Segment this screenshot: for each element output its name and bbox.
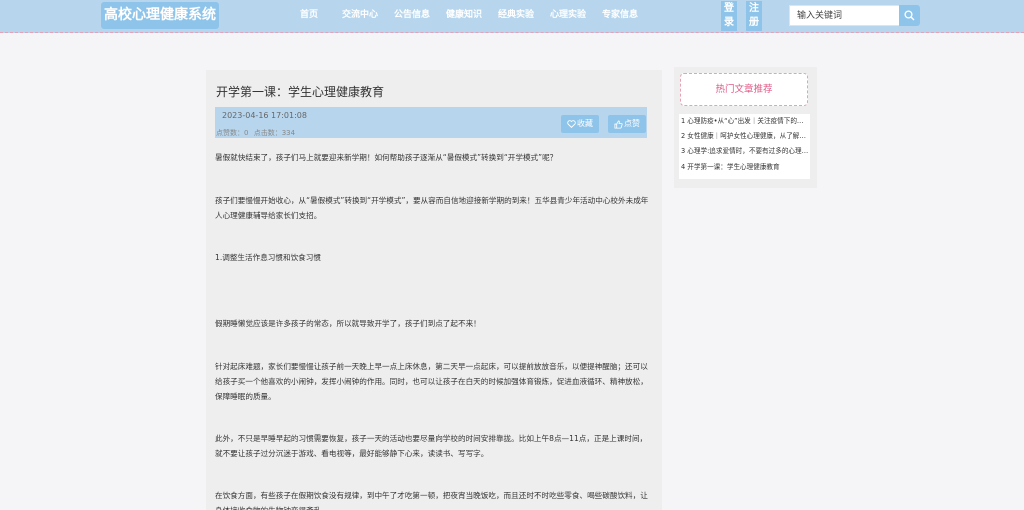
site-logo[interactable]: 高校心理健康系统 bbox=[101, 2, 219, 29]
search-button[interactable] bbox=[899, 5, 920, 26]
register-button[interactable]: 注 册 bbox=[746, 1, 762, 31]
search-icon bbox=[904, 10, 915, 21]
search-input[interactable] bbox=[789, 5, 899, 26]
hot-article-link[interactable]: 2 女性健康｜呵护女性心理健康，从了解开始 bbox=[681, 130, 809, 143]
favorite-label: 收藏 bbox=[577, 119, 593, 128]
login-button[interactable]: 登 录 bbox=[721, 1, 737, 31]
nav-announcements[interactable]: 公告信息 bbox=[394, 0, 430, 33]
article-title: 开学第一课：学生心理健康教育 bbox=[216, 85, 385, 99]
paragraph: 孩子们要慢慢开始收心，从“暑假模式”转换到“开学模式”，要从容而自信地迎接新学期… bbox=[215, 196, 649, 220]
login-char-1: 登 bbox=[724, 3, 734, 14]
like-button[interactable]: 点赞 bbox=[608, 115, 646, 133]
likes-count: 点赞数：0 bbox=[216, 129, 249, 137]
paragraph: 此外，不只是早睡早起的习惯需要恢复，孩子一天的活动也要尽量向学校的时间安排靠拢。… bbox=[215, 434, 648, 458]
nav-community[interactable]: 交流中心 bbox=[342, 0, 378, 33]
article-meta-bar: 2023-04-16 17:01:08 点赞数：0 点击数：334 收藏 点赞 bbox=[215, 107, 647, 138]
hot-articles-title: 热门文章推荐 bbox=[680, 73, 808, 106]
login-char-2: 录 bbox=[724, 17, 734, 28]
hot-articles-sidebar: 热门文章推荐 1 心理防疫•从“心”出发｜关注疫情下的心理健康 2 女性健康｜呵… bbox=[674, 67, 817, 188]
article-panel: 开学第一课：学生心理健康教育 2023-04-16 17:01:08 点赞数：0… bbox=[206, 70, 662, 510]
nav-psych-experiments[interactable]: 心理实验 bbox=[550, 0, 586, 33]
hot-article-link[interactable]: 1 心理防疫•从“心”出发｜关注疫情下的心理健康 bbox=[681, 115, 809, 128]
register-char-1: 注 bbox=[749, 3, 759, 14]
paragraph: 暑假就快结束了，孩子们马上就要迎来新学期！如何帮助孩子逐渐从“暑假模式”转换到“… bbox=[215, 153, 558, 162]
favorite-button[interactable]: 收藏 bbox=[561, 115, 599, 133]
paragraph: 假期睡懒觉应该是许多孩子的常态，所以就导致开学了，孩子们到点了起不来！ bbox=[215, 319, 481, 328]
clicks-count: 点击数：334 bbox=[253, 129, 296, 137]
nav-classic-experiments[interactable]: 经典实验 bbox=[498, 0, 534, 33]
hot-article-link[interactable]: 4 开学第一课：学生心理健康教育 bbox=[681, 161, 809, 174]
hot-article-link[interactable]: 3 心理学:追求爱情时，不要有过多的心理期待 bbox=[681, 145, 809, 158]
heart-icon bbox=[567, 120, 576, 128]
top-header: 高校心理健康系统 首页 交流中心 公告信息 健康知识 经典实验 心理实验 专家信… bbox=[0, 0, 1024, 33]
article-stats: 点赞数：0 点击数：334 bbox=[216, 128, 298, 138]
paragraph: 1.调整生活作息习惯和饮食习惯 bbox=[215, 253, 321, 262]
nav-home[interactable]: 首页 bbox=[300, 0, 318, 33]
hot-articles-list: 1 心理防疫•从“心”出发｜关注疫情下的心理健康 2 女性健康｜呵护女性心理健康… bbox=[679, 114, 810, 179]
register-char-2: 册 bbox=[749, 17, 759, 28]
paragraph: 在饮食方面，有些孩子在假期饮食没有规律，到中午了才吃第一顿，把夜宵当晚饭吃，而且… bbox=[215, 491, 648, 510]
thumbs-up-icon bbox=[614, 119, 623, 129]
nav-experts[interactable]: 专家信息 bbox=[602, 0, 638, 33]
paragraph: 针对起床难题，家长们要慢慢让孩子前一天晚上早一点上床休息，第二天早一点起床，可以… bbox=[215, 362, 648, 401]
article-date: 2023-04-16 17:01:08 bbox=[222, 111, 307, 120]
nav-health-knowledge[interactable]: 健康知识 bbox=[446, 0, 482, 33]
like-label: 点赞 bbox=[624, 119, 640, 128]
